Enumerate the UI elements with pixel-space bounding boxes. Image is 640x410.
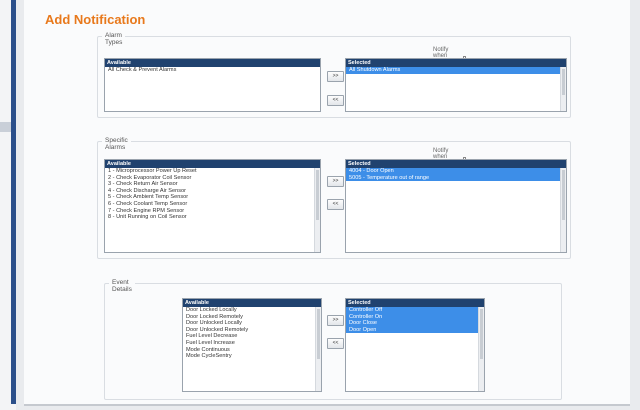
bottom-divider bbox=[24, 404, 630, 406]
remove-button[interactable]: << bbox=[327, 95, 344, 106]
list-item[interactable]: 2 - Check Evaporator Coil Sensor bbox=[105, 175, 320, 182]
alarm-types-legend: Alarm Types bbox=[102, 32, 126, 46]
list-item[interactable]: All Shutdown Alarms bbox=[346, 67, 566, 74]
list-item[interactable]: Controller On bbox=[346, 313, 484, 321]
list-item[interactable]: Door Locked Locally bbox=[183, 307, 321, 314]
add-button[interactable]: >> bbox=[327, 71, 344, 82]
specific-alarms-legend: Specific Alarms bbox=[102, 137, 131, 151]
list-item[interactable]: Door Open bbox=[346, 326, 484, 334]
add-button[interactable]: >> bbox=[327, 315, 344, 326]
add-button[interactable]: >> bbox=[327, 176, 344, 187]
remove-button[interactable]: << bbox=[327, 338, 344, 349]
scrollbar[interactable] bbox=[315, 307, 321, 391]
list-item[interactable]: 1 - Microprocessor Power Up Reset bbox=[105, 168, 320, 175]
list-item[interactable]: 4 - Check Discharge Air Sensor bbox=[105, 188, 320, 195]
specific-alarms-selected-list[interactable]: Selected 4004 - Door Open 5005 - Temperat… bbox=[345, 159, 567, 253]
page-title: Add Notification bbox=[45, 12, 146, 27]
list-item[interactable]: All Check & Prevent Alarms bbox=[105, 67, 320, 74]
list-item[interactable]: 8 - Unit Running on Coil Sensor bbox=[105, 214, 320, 221]
selected-items: All Shutdown Alarms bbox=[346, 67, 566, 74]
alarm-types-available-list[interactable]: Available All Check & Prevent Alarms bbox=[104, 58, 321, 112]
available-items: 1 - Microprocessor Power Up Reset 2 - Che… bbox=[105, 168, 320, 221]
event-details-legend: Event Details bbox=[109, 279, 135, 293]
list-item[interactable]: 7 - Check Engine RPM Sensor bbox=[105, 208, 320, 215]
sidebar-collapse-handle[interactable] bbox=[0, 122, 11, 132]
list-item[interactable]: Door Unlocked Remotely bbox=[183, 327, 321, 334]
list-item[interactable]: Mode Continuous bbox=[183, 347, 321, 354]
selected-header: Selected bbox=[346, 160, 566, 168]
list-item[interactable]: 5 - Check Ambient Temp Sensor bbox=[105, 194, 320, 201]
list-item[interactable]: Fuel Level Increase bbox=[183, 340, 321, 347]
list-item[interactable]: 6 - Check Coolant Temp Sensor bbox=[105, 201, 320, 208]
available-header: Available bbox=[183, 299, 321, 307]
scrollbar[interactable] bbox=[478, 307, 484, 391]
scrollbar[interactable] bbox=[560, 168, 566, 252]
remove-button[interactable]: << bbox=[327, 199, 344, 210]
selected-header: Selected bbox=[346, 299, 484, 307]
list-item[interactable]: Door Unlocked Locally bbox=[183, 320, 321, 327]
left-accent-bar bbox=[11, 0, 16, 404]
list-item[interactable]: 3 - Check Return Air Sensor bbox=[105, 181, 320, 188]
list-item[interactable]: Controller Off bbox=[346, 307, 484, 314]
scrollbar[interactable] bbox=[560, 67, 566, 111]
selected-header: Selected bbox=[346, 59, 566, 67]
event-details-available-list[interactable]: Available Door Locked Locally Door Locked… bbox=[182, 298, 322, 392]
event-details-selected-list[interactable]: Selected Controller Off Controller On Door… bbox=[345, 298, 485, 392]
list-item[interactable]: 5005 - Temperature out of range bbox=[346, 174, 566, 182]
list-item[interactable]: Door Close bbox=[346, 320, 484, 327]
specific-alarms-available-list[interactable]: Available 1 - Microprocessor Power Up Re… bbox=[104, 159, 321, 253]
available-header: Available bbox=[105, 160, 320, 168]
available-header: Available bbox=[105, 59, 320, 67]
list-item[interactable]: 4004 - Door Open bbox=[346, 168, 566, 175]
list-item[interactable]: Mode CycleSentry bbox=[183, 353, 321, 360]
selected-items: 4004 - Door Open 5005 - Temperature out o… bbox=[346, 168, 566, 182]
alarm-types-selected-list[interactable]: Selected All Shutdown Alarms bbox=[345, 58, 567, 112]
scrollbar[interactable] bbox=[314, 168, 320, 252]
selected-items: Controller Off Controller On Door Close Doo… bbox=[346, 307, 484, 334]
available-items: All Check & Prevent Alarms bbox=[105, 67, 320, 74]
available-items: Door Locked Locally Door Locked Remotely D… bbox=[183, 307, 321, 360]
list-item[interactable]: Door Locked Remotely bbox=[183, 314, 321, 321]
list-item[interactable]: Fuel Level Decrease bbox=[183, 333, 321, 340]
